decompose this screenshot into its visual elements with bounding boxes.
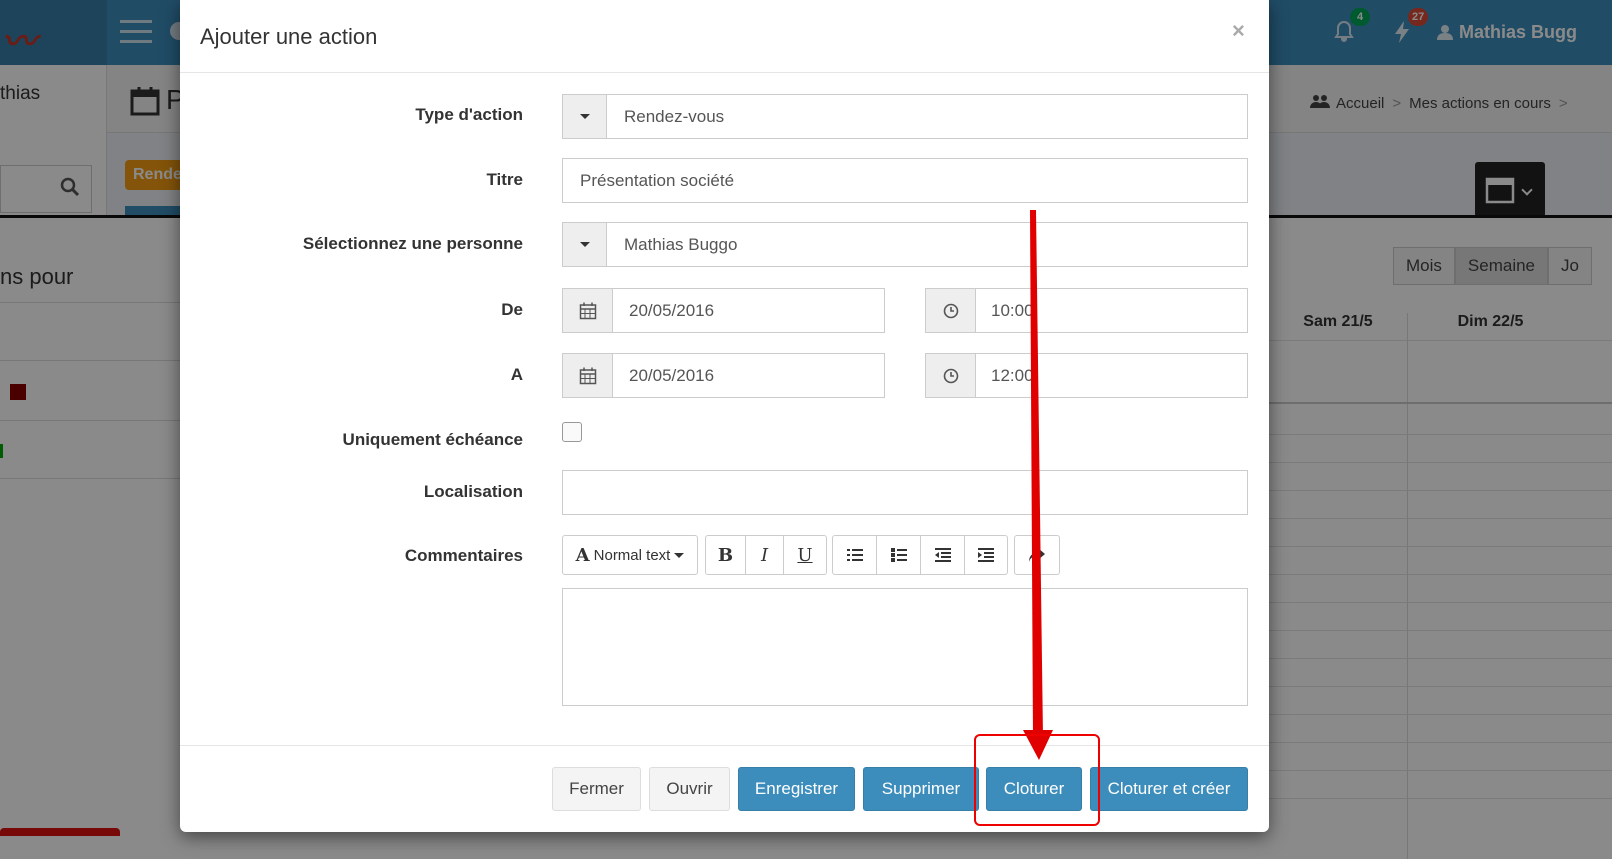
from-date-input[interactable]: 20/05/2016 (562, 288, 885, 333)
comments-textarea[interactable] (562, 588, 1248, 706)
finish-and-create-button[interactable]: Cloturer et créer (1090, 767, 1248, 811)
title-label: Titre (486, 170, 523, 189)
modal-title: Ajouter une action (200, 24, 378, 49)
calendar-icon (579, 367, 596, 384)
comments-label: Commentaires (404, 546, 523, 565)
date-picker-button[interactable] (563, 289, 613, 332)
to-date-value: 20/05/2016 (629, 366, 715, 385)
deadline-label: Uniquement échéance (342, 430, 523, 449)
to-label: A (510, 365, 523, 384)
clock-icon (943, 368, 958, 383)
person-select[interactable]: Mathias Buggo (562, 222, 1248, 267)
close-icon[interactable]: × (1232, 18, 1245, 44)
to-time-input[interactable]: 12:00 (925, 353, 1248, 398)
person-value: Mathias Buggo (624, 235, 738, 254)
open-button[interactable]: Ouvrir (649, 767, 730, 811)
editor-style-group: A Normal text (562, 535, 698, 575)
deadline-checkbox[interactable] (562, 422, 582, 442)
editor-list-group (832, 535, 1008, 575)
clock-icon (943, 303, 958, 318)
type-label: Type d'action (415, 105, 523, 124)
date-picker-button[interactable] (563, 354, 613, 397)
to-date-input[interactable]: 20/05/2016 (562, 353, 885, 398)
add-action-modal: Ajouter une action × Type d'action Rende… (180, 0, 1269, 832)
from-label: De (501, 300, 523, 319)
editor-link-group (1014, 535, 1060, 575)
outdent-icon (934, 548, 951, 562)
dropdown-toggle[interactable] (563, 223, 607, 266)
font-icon: A (575, 544, 590, 566)
delete-button[interactable]: Supprimer (863, 767, 979, 811)
text-style-label: Normal text (593, 546, 671, 564)
dropdown-toggle[interactable] (563, 95, 607, 138)
unordered-list-button[interactable] (833, 536, 877, 574)
caret-down-icon (674, 552, 685, 558)
from-time-input[interactable]: 10:00 (925, 288, 1248, 333)
title-input[interactable]: Présentation société (562, 158, 1248, 203)
ordered-list-button[interactable] (877, 536, 921, 574)
indent-button[interactable] (965, 536, 1007, 574)
to-time-value: 12:00 (991, 366, 1034, 385)
location-input[interactable] (562, 470, 1248, 515)
text-style-select[interactable]: A Normal text (563, 536, 697, 574)
editor-format-group: B I U (705, 535, 827, 575)
link-button[interactable] (1015, 536, 1059, 574)
numbered-list-icon (890, 548, 907, 562)
from-date-value: 20/05/2016 (629, 301, 715, 320)
type-value: Rendez-vous (624, 107, 725, 126)
indent-icon (978, 548, 994, 562)
modal-footer-divider (180, 745, 1269, 746)
modal-header: Ajouter une action × (180, 0, 1269, 73)
list-icon (846, 549, 863, 561)
italic-button[interactable]: I (746, 536, 784, 574)
share-icon (1029, 548, 1045, 562)
location-label: Localisation (423, 482, 523, 501)
from-time-value: 10:00 (991, 301, 1034, 320)
type-select[interactable]: Rendez-vous (562, 94, 1248, 139)
caret-down-icon (579, 242, 590, 247)
time-picker-button[interactable] (926, 354, 976, 397)
bold-button[interactable]: B (706, 536, 746, 574)
calendar-icon (579, 302, 596, 319)
underline-button[interactable]: U (784, 536, 826, 574)
save-button[interactable]: Enregistrer (738, 767, 855, 811)
highlight-box (974, 734, 1100, 826)
close-button[interactable]: Fermer (552, 767, 641, 811)
title-value: Présentation société (580, 171, 735, 190)
time-picker-button[interactable] (926, 289, 976, 332)
outdent-button[interactable] (921, 536, 965, 574)
person-label: Sélectionnez une personne (302, 234, 523, 253)
caret-down-icon (579, 114, 590, 119)
